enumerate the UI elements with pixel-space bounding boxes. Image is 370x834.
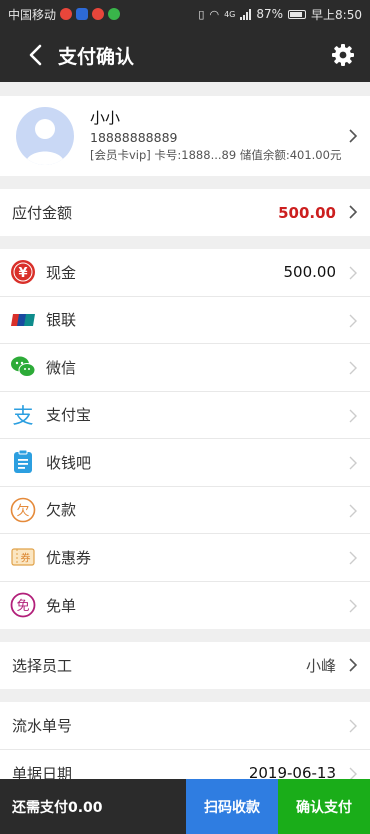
avatar — [16, 107, 74, 165]
member-name: 小小 — [90, 108, 121, 127]
member-card-info: [会员卡vip] 卡号:1888...89 储值余额:401.00元 — [90, 148, 342, 163]
carrier-label: 中国移动 — [8, 7, 57, 22]
select-employee-row[interactable]: 选择员工 小峰 — [0, 642, 370, 689]
wifi-icon: ◠ — [209, 7, 220, 21]
payment-method-unionpay[interactable]: 银联 — [0, 297, 370, 344]
chevron-right-icon — [349, 266, 357, 280]
vibrate-icon: ▯ — [198, 7, 205, 21]
notification-wechat-icon — [108, 8, 121, 20]
chevron-right-icon — [349, 129, 358, 143]
payment-method-debt[interactable]: 欠 欠款 — [0, 487, 370, 534]
unionpay-icon — [11, 313, 35, 326]
chevron-right-icon — [349, 599, 357, 612]
battery-percent: 87% — [256, 7, 284, 21]
chevron-right-icon — [349, 205, 358, 219]
chevron-right-icon — [349, 409, 357, 422]
payment-method-label: 免单 — [46, 596, 77, 615]
svg-text:免: 免 — [16, 599, 29, 614]
payment-method-label: 银联 — [46, 311, 77, 330]
svg-text:券: 券 — [21, 552, 31, 565]
payment-method-label: 现金 — [46, 263, 77, 282]
debt-icon: 欠 — [10, 497, 36, 523]
cash-icon: ¥ — [11, 260, 35, 285]
notification-app-icon — [76, 8, 89, 20]
status-time: 早上8:50 — [311, 7, 362, 22]
chevron-right-icon — [349, 314, 357, 327]
payment-method-wechat[interactable]: 微信 — [0, 344, 370, 392]
remaining-amount-label: 还需支付0.00 — [0, 779, 186, 834]
battery-icon — [288, 9, 307, 19]
signal-icon — [240, 8, 252, 20]
chevron-right-icon — [349, 361, 357, 375]
payment-method-label: 收钱吧 — [46, 453, 92, 472]
svg-text:支: 支 — [13, 404, 34, 428]
amount-due-value: 500.00 — [278, 203, 336, 222]
coupon-icon: 券 — [11, 548, 35, 566]
select-employee-label: 选择员工 — [12, 657, 73, 675]
back-button[interactable] — [16, 28, 56, 82]
free-order-icon: 免 — [10, 592, 36, 618]
back-arrow-icon — [29, 44, 42, 66]
user-avatar-icon — [25, 119, 65, 165]
selected-employee-value: 小峰 — [305, 657, 336, 675]
svg-text:欠: 欠 — [16, 503, 29, 519]
settings-gear-icon[interactable] — [330, 42, 356, 68]
serial-number-label: 流水单号 — [12, 716, 73, 735]
payment-method-label: 欠款 — [46, 501, 77, 520]
member-card[interactable]: 小小 18888888889 [会员卡vip] 卡号:1888...89 储值余… — [0, 96, 370, 176]
wechat-icon — [11, 356, 36, 378]
chevron-right-icon — [349, 719, 357, 733]
payment-method-alipay[interactable]: 支 支付宝 — [0, 392, 370, 439]
shouqianba-icon — [14, 449, 32, 474]
payment-method-label: 优惠券 — [46, 548, 92, 567]
alipay-icon: 支 — [13, 404, 34, 428]
payment-method-free-order[interactable]: 免 免单 — [0, 582, 370, 630]
svg-text:¥: ¥ — [18, 266, 27, 281]
notification-q-icon — [60, 8, 73, 20]
amount-due-row: 应付金额 500.00 — [0, 189, 370, 236]
scan-to-collect-button[interactable]: 扫码收款 — [186, 779, 278, 834]
payment-method-shouqianba[interactable]: 收钱吧 — [0, 439, 370, 487]
payment-method-label: 微信 — [46, 358, 77, 377]
nav-bar: 支付确认 — [0, 28, 370, 82]
payment-method-label: 支付宝 — [46, 406, 92, 425]
payment-method-cash[interactable]: ¥ 现金 500.00 — [0, 249, 370, 297]
payment-method-list: ¥ 现金 500.00 银联 微信 支 支付宝 收钱吧 欠 欠款 券 优惠券 免… — [0, 249, 370, 629]
notification-record-icon — [92, 8, 105, 20]
chevron-right-icon — [349, 504, 357, 517]
chevron-right-icon — [349, 658, 358, 672]
payment-method-coupon[interactable]: 券 优惠券 — [0, 534, 370, 582]
serial-number-row[interactable]: 流水单号 — [0, 702, 370, 750]
chevron-right-icon — [349, 456, 357, 470]
network-type: 4G — [224, 9, 236, 19]
page-title: 支付确认 — [58, 45, 135, 68]
member-phone: 18888888889 — [90, 130, 178, 146]
amount-due-label: 应付金额 — [12, 204, 73, 222]
confirm-payment-button[interactable]: 确认支付 — [278, 779, 370, 834]
status-bar: 中国移动 ▯ ◠ 4G 87% 早上8:50 — [0, 0, 370, 28]
payment-method-value: 500.00 — [283, 263, 337, 282]
chevron-right-icon — [349, 551, 357, 565]
bottom-action-bar: 还需支付0.00 扫码收款 确认支付 — [0, 779, 370, 834]
